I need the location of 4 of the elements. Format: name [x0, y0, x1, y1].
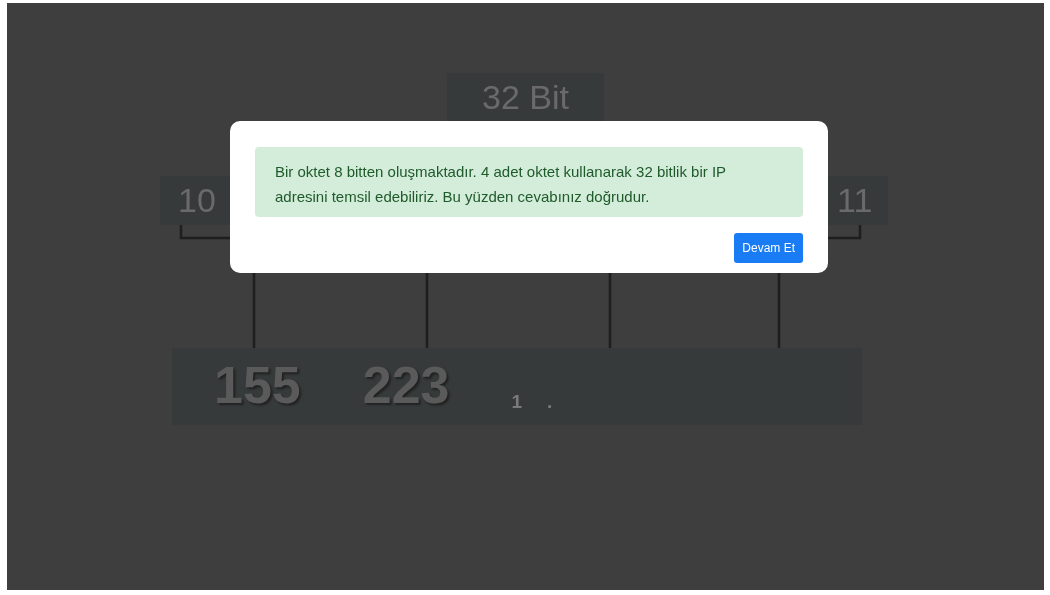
success-message: Bir oktet 8 bitten oluşmaktadır. 4 adet oktet kullanarak 32 bitlik bir IP adresini temsil edebiliriz. Bu yüzden cevabınız doğrudur.: [255, 147, 803, 217]
continue-button[interactable]: Devam Et: [734, 233, 803, 263]
address-part: .: [547, 391, 553, 413]
address-part: 1: [511, 391, 523, 413]
